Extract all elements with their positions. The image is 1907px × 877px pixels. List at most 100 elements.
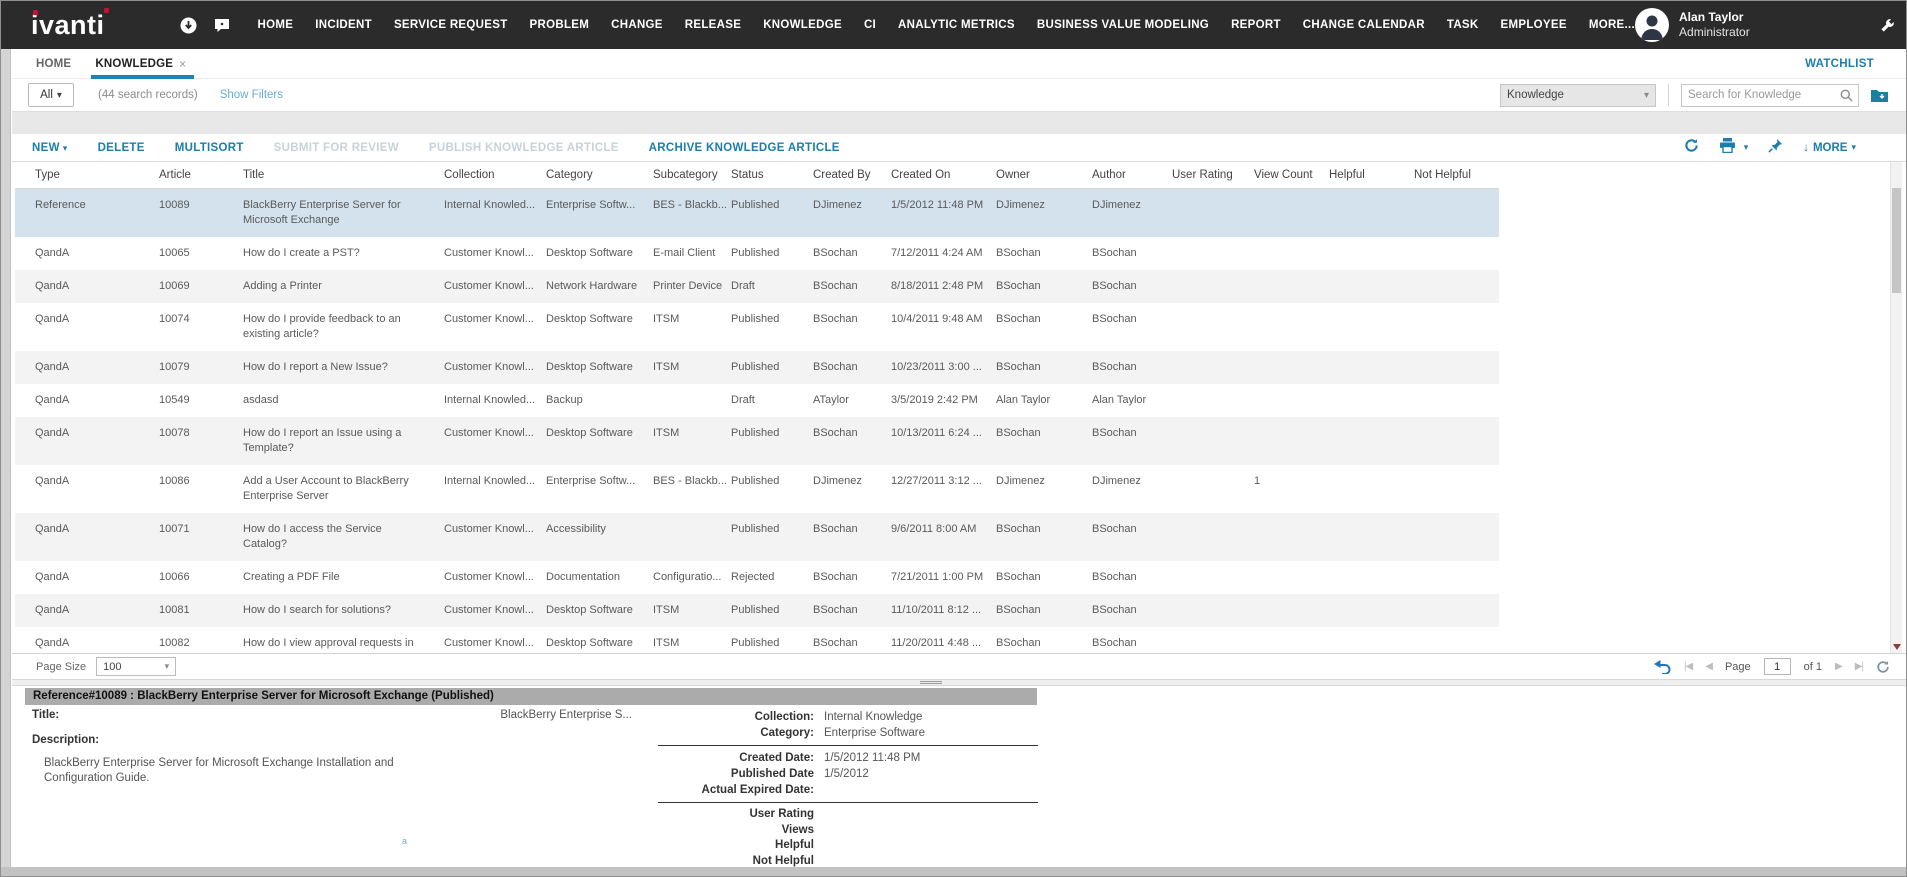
- next-page-button[interactable]: ▶: [1835, 661, 1842, 672]
- vertical-scrollbar[interactable]: [1890, 162, 1902, 654]
- more-button[interactable]: ↓ MORE ▾: [1803, 142, 1856, 154]
- table-row-article-10078[interactable]: QandA10078How do I report an Issue using…: [15, 417, 1499, 465]
- tab-home[interactable]: HOME: [36, 49, 71, 79]
- chevron-down-icon[interactable]: ▾: [1744, 142, 1749, 153]
- column-header-author[interactable]: Author: [1092, 169, 1172, 181]
- ivanti-logo[interactable]: ivanti: [31, 12, 105, 39]
- nav-item-ci[interactable]: CI: [864, 19, 876, 31]
- nav-item-knowledge[interactable]: KNOWLEDGE: [763, 19, 842, 31]
- nav-item-task[interactable]: TASK: [1447, 19, 1479, 31]
- table-row-article-10086[interactable]: QandA10086Add a User Account to BlackBer…: [15, 465, 1499, 513]
- column-header-title[interactable]: Title: [243, 169, 444, 181]
- cell-collection: Internal Knowled...: [444, 393, 546, 408]
- toolbar-action-new[interactable]: NEW▾: [32, 142, 68, 154]
- nav-item-analytic-metrics[interactable]: ANALYTIC METRICS: [898, 19, 1015, 31]
- prev-page-button[interactable]: ◀: [1705, 661, 1712, 672]
- print-icon[interactable]: [1719, 138, 1736, 158]
- cell-user-rating: [1172, 393, 1254, 408]
- table-row-article-10074[interactable]: QandA10074How do I provide feedback to a…: [15, 303, 1499, 351]
- cell-title: How do I search for solutions?: [243, 603, 444, 618]
- table-row-article-10065[interactable]: QandA10065How do I create a PST?Customer…: [15, 237, 1499, 270]
- cell-helpful: [1329, 522, 1414, 552]
- cell-created-on: 10/4/2011 9:48 AM: [891, 312, 996, 342]
- toolbar-action-multisort[interactable]: MULTISORT: [175, 142, 244, 154]
- column-header-created-by[interactable]: Created By: [813, 169, 891, 181]
- page-number-input[interactable]: [1764, 658, 1791, 675]
- nav-item-incident[interactable]: INCIDENT: [315, 19, 372, 31]
- context-select[interactable]: Knowledge▾: [1500, 84, 1656, 107]
- cell-helpful: [1329, 474, 1414, 504]
- detail-stats: User RatingViewsHelpfulNot Helpful: [658, 807, 1038, 869]
- last-page-button[interactable]: ▶|: [1855, 661, 1863, 672]
- cell-author: Alan Taylor: [1092, 393, 1172, 408]
- toolbar-action-delete[interactable]: DELETE: [98, 142, 145, 154]
- column-header-user-rating[interactable]: User Rating: [1172, 169, 1254, 181]
- nav-item-more-[interactable]: MORE...: [1589, 19, 1635, 31]
- table-row-article-10079[interactable]: QandA10079How do I report a New Issue?Cu…: [15, 351, 1499, 384]
- column-header-created-on[interactable]: Created On: [891, 169, 996, 181]
- watchlist-link[interactable]: WATCHLIST: [1805, 58, 1874, 70]
- chat-icon[interactable]: [214, 17, 230, 34]
- table-row-article-10069[interactable]: QandA10069Adding a PrinterCustomer Knowl…: [15, 270, 1499, 303]
- avatar[interactable]: [1635, 8, 1669, 42]
- column-header-owner[interactable]: Owner: [996, 169, 1092, 181]
- page-size-select[interactable]: 100▾: [96, 657, 176, 676]
- category-value: Enterprise Software: [824, 725, 925, 741]
- table-row-article-10071[interactable]: QandA10071How do I access the Service Ca…: [15, 513, 1499, 561]
- tab-knowledge[interactable]: KNOWLEDGE ×: [95, 49, 186, 79]
- notification-icon[interactable]: [180, 17, 197, 34]
- first-page-button[interactable]: |◀: [1684, 661, 1692, 672]
- refresh-list-icon[interactable]: [1876, 660, 1890, 674]
- nav-item-change-calendar[interactable]: CHANGE CALENDAR: [1303, 19, 1425, 31]
- cell-subcategory: ITSM: [653, 360, 731, 375]
- table-row-article-10549[interactable]: QandA10549asdasdInternal Knowled...Backu…: [15, 384, 1499, 417]
- panel-splitter[interactable]: [12, 679, 1906, 686]
- refresh-icon[interactable]: [1684, 138, 1699, 158]
- search-box: [1681, 84, 1859, 107]
- cell-subcategory: ITSM: [653, 603, 731, 618]
- tab-close-icon[interactable]: ×: [179, 57, 186, 71]
- scroll-down-arrow[interactable]: [1891, 640, 1902, 653]
- nav-item-business-value-modeling[interactable]: BUSINESS VALUE MODELING: [1037, 19, 1209, 31]
- column-header-article[interactable]: Article: [159, 169, 243, 181]
- search-icon[interactable]: [1840, 89, 1853, 102]
- pin-icon[interactable]: [1768, 138, 1783, 158]
- cell-view-count: [1254, 360, 1329, 375]
- cell-article: 10078: [159, 426, 243, 456]
- nav-item-release[interactable]: RELEASE: [685, 19, 741, 31]
- cell-view-count: 1: [1254, 474, 1329, 504]
- nav-item-report[interactable]: REPORT: [1231, 19, 1281, 31]
- scrollbar-thumb[interactable]: [1892, 188, 1901, 293]
- cell-not-helpful: [1414, 312, 1499, 342]
- search-input[interactable]: [1682, 89, 1840, 101]
- cell-view-count: [1254, 198, 1329, 228]
- nav-item-service-request[interactable]: SERVICE REQUEST: [394, 19, 508, 31]
- cell-author: BSochan: [1092, 360, 1172, 375]
- column-header-type[interactable]: Type: [35, 169, 159, 181]
- nav-item-home[interactable]: HOME: [258, 19, 294, 31]
- scope-select[interactable]: All▾: [28, 83, 74, 107]
- table-row-article-10066[interactable]: QandA10066Creating a PDF FileCustomer Kn…: [15, 561, 1499, 594]
- splitter-handle[interactable]: [920, 681, 942, 684]
- column-header-subcategory[interactable]: Subcategory: [653, 169, 731, 181]
- column-header-category[interactable]: Category: [546, 169, 653, 181]
- user-name[interactable]: Alan Taylor: [1679, 10, 1750, 25]
- settings-wrench-icon[interactable]: [1880, 18, 1895, 33]
- cell-created-by: BSochan: [813, 603, 891, 618]
- toolbar-action-archive-knowledge-article[interactable]: ARCHIVE KNOWLEDGE ARTICLE: [649, 142, 840, 154]
- cell-article: 10081: [159, 603, 243, 618]
- undo-icon[interactable]: [1654, 660, 1671, 674]
- column-header-collection[interactable]: Collection: [444, 169, 546, 181]
- nav-item-change[interactable]: CHANGE: [611, 19, 663, 31]
- column-header-view-count[interactable]: View Count: [1254, 169, 1329, 181]
- nav-item-employee[interactable]: EMPLOYEE: [1501, 19, 1567, 31]
- column-header-helpful[interactable]: Helpful: [1329, 169, 1414, 181]
- column-header-not-helpful[interactable]: Not Helpful: [1414, 169, 1499, 181]
- table-row-article-10089[interactable]: Reference10089BlackBerry Enterprise Serv…: [15, 189, 1499, 237]
- nav-item-problem[interactable]: PROBLEM: [530, 19, 590, 31]
- show-filters-link[interactable]: Show Filters: [220, 89, 283, 101]
- save-search-folder-icon[interactable]: [1871, 88, 1888, 102]
- column-header-status[interactable]: Status: [731, 169, 813, 181]
- table-row-article-10081[interactable]: QandA10081How do I search for solutions?…: [15, 594, 1499, 627]
- cell-owner: BSochan: [996, 570, 1092, 585]
